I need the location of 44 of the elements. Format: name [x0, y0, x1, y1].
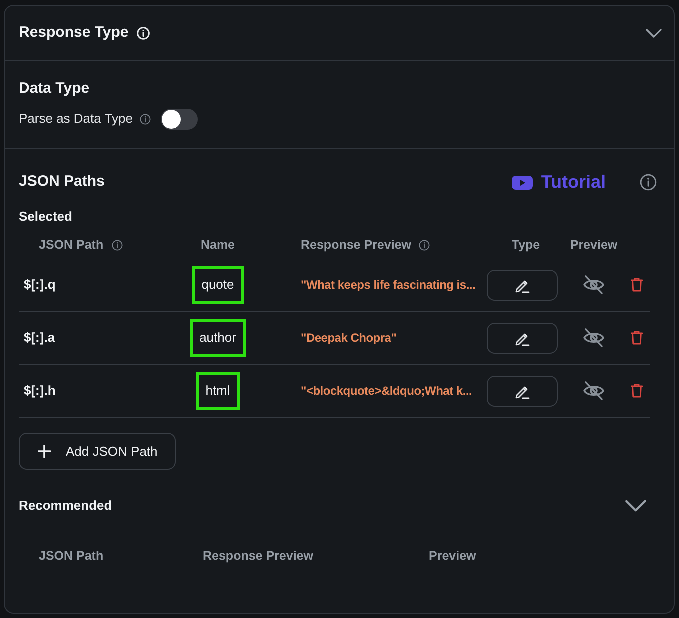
name-text: author [190, 319, 246, 357]
video-play-icon [512, 174, 534, 190]
eye-slash-icon [583, 381, 605, 401]
preview-toggle-button[interactable] [583, 328, 605, 348]
plus-icon [38, 445, 51, 458]
eye-slash-icon [583, 328, 605, 348]
name-text: quote [192, 266, 244, 304]
column-header: JSON Path [39, 236, 104, 254]
type-edit-button[interactable] [487, 376, 558, 406]
delete-button[interactable] [630, 384, 642, 398]
eye-slash-icon [583, 275, 605, 295]
add-json-path-button[interactable]: Add JSON Path [19, 433, 176, 470]
json-path-text: $[:].h [23, 383, 56, 398]
column-header: Type [512, 236, 540, 254]
chevron-down-icon[interactable] [625, 500, 647, 512]
response-preview-text: "What keeps life fascinating is... [301, 278, 476, 292]
type-edit-button[interactable] [487, 322, 558, 354]
trash-icon [630, 384, 642, 398]
section-title: Response Type [19, 22, 129, 43]
preview-toggle-button[interactable] [583, 381, 605, 401]
name-text: html [196, 372, 240, 410]
response-preview-text: "<blockquote>&ldquo;What k... [301, 384, 472, 398]
subsection-title: Selected [19, 208, 74, 226]
section-title: JSON Paths [19, 172, 105, 192]
preview-toggle-button[interactable] [583, 275, 605, 295]
column-header: Response Preview [203, 548, 314, 562]
delete-button[interactable] [630, 331, 642, 345]
column-header: Response Preview [301, 236, 412, 254]
trash-icon [630, 331, 642, 345]
json-path-text: $[:].a [23, 330, 56, 345]
subsection-title: Recommended [19, 497, 112, 515]
section-title: Data Type [19, 79, 91, 99]
column-header: Preview [570, 236, 618, 254]
type-edit-button[interactable] [487, 270, 558, 300]
toggle-label: Parse as Data Type [19, 110, 133, 128]
parse-toggle[interactable] [160, 108, 198, 130]
column-header: JSON Path [39, 548, 104, 562]
json-path-text: $[:].q [23, 277, 56, 292]
trash-icon [630, 278, 642, 292]
chevron-down-icon[interactable] [646, 28, 662, 38]
delete-button[interactable] [630, 278, 642, 292]
column-header: Preview [429, 548, 476, 562]
response-preview-text: "Deepak Chopra" [301, 331, 397, 345]
column-header: Name [200, 236, 236, 254]
